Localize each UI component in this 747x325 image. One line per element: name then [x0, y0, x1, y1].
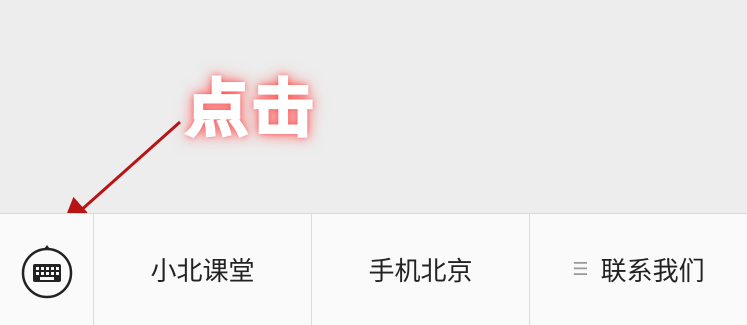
menu-item-mobile-beijing[interactable]: 手机北京: [312, 214, 530, 325]
keyboard-icon: [21, 244, 72, 298]
bottom-menu-bar: 小北课堂 手机北京 ☰ 联系我们: [0, 213, 747, 325]
annotation-label: 点击: [184, 72, 319, 145]
chat-screen: 点击 小北课堂 手机北京 ☰ 联系我们: [0, 0, 747, 325]
menu-item-label: 手机北京: [368, 257, 473, 287]
keyboard-toggle-button[interactable]: [0, 214, 94, 325]
menu-item-label: 小北课堂: [150, 257, 255, 287]
submenu-list-icon: ☰: [572, 259, 589, 280]
menu-item-label: 联系我们: [600, 257, 705, 287]
menu-item-contact-us[interactable]: ☰ 联系我们: [530, 214, 747, 325]
menu-item-xiaobei-classroom[interactable]: 小北课堂: [94, 214, 312, 325]
